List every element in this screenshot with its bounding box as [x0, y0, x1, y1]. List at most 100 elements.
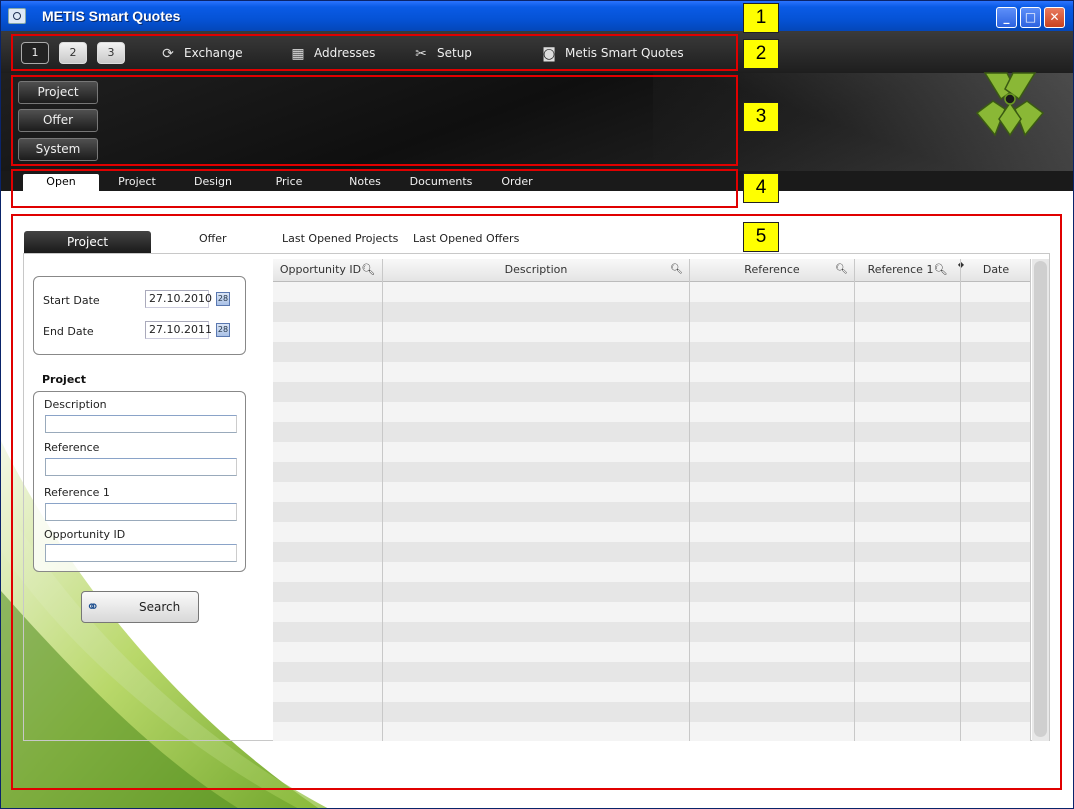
search-button-label: Search — [139, 600, 181, 614]
column-header-date[interactable]: Date — [961, 259, 1031, 281]
close-button[interactable]: ✕ — [1044, 7, 1065, 28]
addresses-button[interactable]: ▦ Addresses — [288, 43, 375, 63]
table-row[interactable] — [273, 342, 1031, 362]
table-row[interactable] — [273, 702, 1031, 722]
metis-icon: ◙ — [542, 45, 556, 62]
search-button[interactable]: ⚭ Search — [81, 591, 199, 623]
offer-menu-button[interactable]: Offer — [18, 109, 98, 132]
grid-rows — [273, 282, 1031, 741]
annotation-label-2: 2 — [743, 39, 779, 69]
table-row[interactable] — [273, 482, 1031, 502]
column-header-label: Reference 1 — [867, 263, 934, 276]
table-row[interactable] — [273, 662, 1031, 682]
table-row[interactable] — [273, 562, 1031, 582]
end-date-calendar-icon[interactable]: 28 — [216, 323, 230, 337]
description-input[interactable] — [45, 415, 237, 433]
metis-logo — [975, 72, 1045, 137]
exchange-button[interactable]: ⟳ Exchange — [158, 43, 243, 63]
reference-input[interactable] — [45, 458, 237, 476]
addresses-label: Addresses — [314, 46, 376, 60]
column-header-opportunity-id[interactable]: Opportunity ID🔍︎ — [273, 259, 382, 281]
title-bar: METIS Smart Quotes _ □ ✕ — [1, 1, 1073, 31]
panel-tab-offer[interactable]: Offer — [199, 229, 227, 249]
column-divider — [960, 259, 961, 741]
metis-smart-quotes-button[interactable]: ◙ Metis Smart Quotes — [539, 43, 684, 63]
table-row[interactable] — [273, 542, 1031, 562]
annotation-label-3: 3 — [743, 102, 779, 132]
column-header-reference-1[interactable]: Reference 1🔍︎ ◆ — [855, 259, 964, 281]
tab-documents[interactable]: Documents — [405, 174, 477, 191]
panel-tab-last-opened-offers[interactable]: Last Opened Offers — [413, 229, 519, 249]
table-row[interactable] — [273, 322, 1031, 342]
table-row[interactable] — [273, 442, 1031, 462]
date-range-group — [33, 276, 246, 355]
opportunity-id-label: Opportunity ID — [44, 528, 126, 541]
table-row[interactable] — [273, 302, 1031, 322]
search-key-icon[interactable]: 🔍︎ — [933, 263, 947, 276]
column-header-label: Reference — [744, 263, 800, 276]
table-row[interactable] — [273, 682, 1031, 702]
table-row[interactable] — [273, 582, 1031, 602]
tab-strip: Open Project Design Price Notes Document… — [1, 171, 1073, 191]
column-divider — [854, 259, 855, 741]
table-row[interactable] — [273, 522, 1031, 542]
scrollbar-thumb[interactable] — [1034, 261, 1047, 737]
column-header-label: Opportunity ID — [279, 263, 362, 276]
reference-1-input[interactable] — [45, 503, 237, 521]
exchange-label: Exchange — [184, 46, 243, 60]
results-grid: Opportunity ID🔍︎ Description 🔍︎ Referenc… — [273, 259, 1031, 741]
column-divider — [382, 259, 383, 741]
table-row[interactable] — [273, 722, 1031, 741]
page-2-button[interactable]: 2 — [59, 42, 87, 64]
system-menu-button[interactable]: System — [18, 138, 98, 161]
header-band: Project Offer System — [1, 73, 1073, 171]
grid-header: Opportunity ID🔍︎ Description 🔍︎ Referenc… — [273, 259, 1031, 282]
tab-open[interactable]: Open — [23, 174, 99, 191]
app-icon — [8, 8, 26, 24]
end-date-input[interactable]: 27.10.2011 — [145, 321, 212, 339]
search-key-icon[interactable]: 🔍︎ — [361, 263, 375, 276]
metis-label: Metis Smart Quotes — [565, 46, 684, 60]
table-row[interactable] — [273, 382, 1031, 402]
annotation-label-4: 4 — [743, 173, 779, 203]
tab-design[interactable]: Design — [189, 174, 237, 191]
panel-tab-project[interactable]: Project — [24, 231, 151, 253]
tab-order[interactable]: Order — [495, 174, 539, 191]
start-date-calendar-icon[interactable]: 28 — [216, 292, 230, 306]
table-row[interactable] — [273, 642, 1031, 662]
setup-label: Setup — [437, 46, 472, 60]
column-header-description[interactable]: Description 🔍︎ — [383, 259, 689, 281]
minimize-button[interactable]: _ — [996, 7, 1017, 28]
addresses-icon: ▦ — [291, 45, 305, 62]
table-row[interactable] — [273, 622, 1031, 642]
search-key-icon[interactable]: 🔍︎ — [670, 259, 683, 281]
annotation-label-5: 5 — [743, 222, 779, 252]
setup-button[interactable]: ✂ Setup — [411, 43, 472, 63]
grid-vertical-scrollbar[interactable] — [1032, 259, 1049, 741]
reference-1-label: Reference 1 — [44, 486, 110, 499]
table-row[interactable] — [273, 362, 1031, 382]
tab-price[interactable]: Price — [269, 174, 309, 191]
table-row[interactable] — [273, 422, 1031, 442]
search-key-icon[interactable]: 🔍︎ — [835, 259, 848, 281]
table-row[interactable] — [273, 402, 1031, 422]
table-row[interactable] — [273, 502, 1031, 522]
start-date-input[interactable]: 27.10.2010 — [145, 290, 212, 308]
exchange-icon: ⟳ — [162, 45, 174, 62]
opportunity-id-input[interactable] — [45, 544, 237, 562]
tab-project[interactable]: Project — [111, 174, 163, 191]
column-header-reference[interactable]: Reference 🔍︎ — [690, 259, 854, 281]
page-3-button[interactable]: 3 — [97, 42, 125, 64]
page-1-button[interactable]: 1 — [21, 42, 49, 64]
project-section-title: Project — [42, 373, 87, 386]
maximize-button[interactable]: □ — [1020, 7, 1041, 28]
table-row[interactable] — [273, 462, 1031, 482]
description-label: Description — [44, 398, 107, 411]
project-menu-button[interactable]: Project — [18, 81, 98, 104]
tab-notes[interactable]: Notes — [343, 174, 387, 191]
panel-tab-last-opened-projects[interactable]: Last Opened Projects — [282, 229, 398, 249]
reference-label: Reference — [44, 441, 100, 454]
table-row[interactable] — [273, 282, 1031, 302]
table-row[interactable] — [273, 602, 1031, 622]
annotation-label-1: 1 — [743, 3, 779, 33]
